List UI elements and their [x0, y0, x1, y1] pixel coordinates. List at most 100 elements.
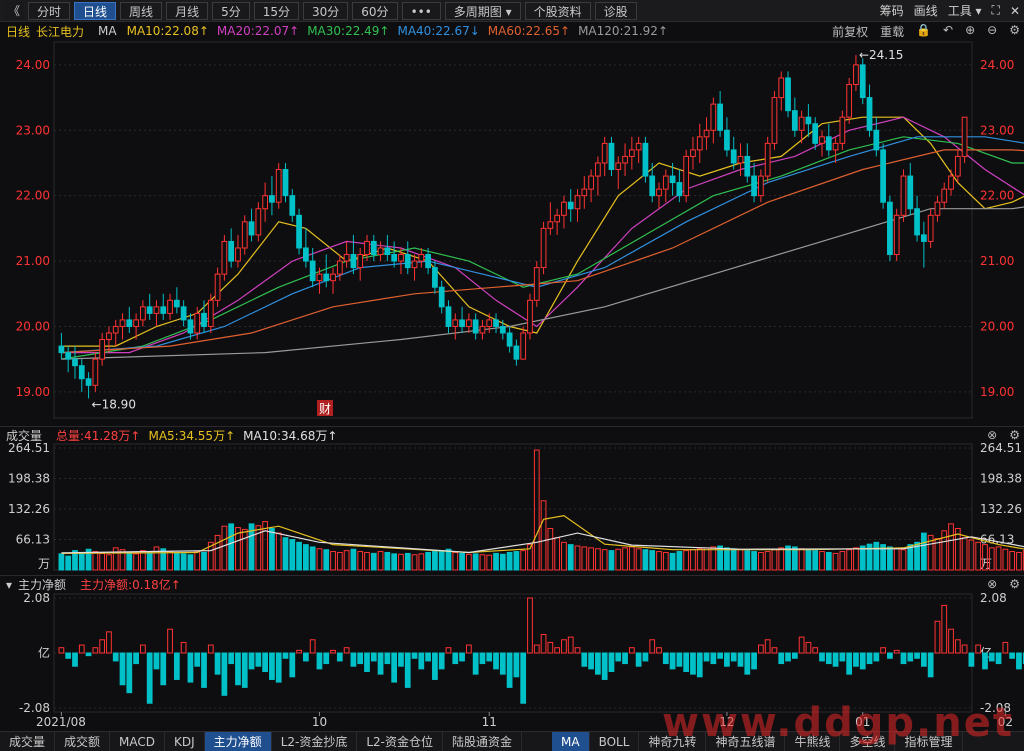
period-button[interactable]: 月线: [166, 1, 209, 20]
indicator-tab[interactable]: 陆股通资金: [443, 731, 523, 751]
flow-bar: [948, 628, 954, 654]
price-tick-right: 24.00: [980, 58, 1014, 72]
x-tick-label: 2021/08: [36, 715, 86, 729]
period-button[interactable]: 30分: [303, 1, 349, 20]
flow-bar: [649, 639, 656, 654]
volume-bar: [438, 550, 445, 571]
collapse-icon[interactable]: ▾: [6, 578, 12, 592]
draw-line-button[interactable]: 画线: [914, 2, 938, 19]
volume-bar: [248, 523, 255, 571]
candle-body: [737, 155, 744, 164]
price-tick-right: 23.00: [980, 123, 1014, 137]
flow-bar: [173, 652, 180, 680]
period-button[interactable]: 5分: [212, 1, 250, 20]
volume-legend: 成交量 总量:41.28万↑ MA5:34.55万↑ MA10:34.68万↑ ⊗ …: [0, 426, 1024, 444]
flow-tick-left: -2.08: [19, 701, 50, 715]
volume-bar: [601, 549, 608, 571]
settings-icon[interactable]: ⚙: [1009, 23, 1020, 40]
period-button[interactable]: 日线: [74, 1, 117, 20]
period-button[interactable]: 个股资料: [524, 1, 591, 20]
close-icon[interactable]: ⊗: [987, 577, 997, 591]
flow-bar: [982, 652, 988, 670]
back-icon[interactable]: 《: [4, 1, 25, 20]
period-button[interactable]: 15分: [253, 1, 299, 20]
volume-bar: [78, 551, 85, 571]
candle-body: [350, 254, 357, 269]
close-icon[interactable]: ⊗: [987, 428, 997, 442]
overlay-tab[interactable]: MA: [552, 731, 590, 751]
volume-bar: [1009, 551, 1016, 571]
period-button[interactable]: 60分: [352, 1, 398, 20]
volume-bar: [398, 553, 404, 571]
volume-bar: [588, 547, 594, 571]
volume-bar: [282, 537, 289, 571]
lock-icon[interactable]: 🔒: [916, 23, 931, 40]
fullscreen-icon[interactable]: ⛶: [992, 3, 1000, 18]
indicator-tab[interactable]: KDJ: [165, 731, 205, 751]
volume-bar: [642, 549, 649, 571]
flow-bar: [228, 652, 235, 665]
volume-unit-left: 万: [38, 557, 50, 571]
candle-body: [112, 325, 119, 334]
price-tick-left: 23.00: [16, 123, 50, 137]
candle-body: [336, 260, 343, 275]
volume-label[interactable]: 成交量: [6, 427, 42, 444]
flow-bar: [459, 652, 465, 662]
volume-bar: [309, 546, 316, 571]
period-button[interactable]: 周线: [120, 1, 163, 20]
candle-body: [438, 286, 445, 308]
volume-bar: [472, 553, 479, 571]
indicator-tab[interactable]: L2-资金抄底: [272, 731, 358, 751]
indicator-tab[interactable]: 成交量: [0, 731, 56, 751]
flow-bar: [140, 644, 146, 654]
volume-tick-right: 198.38: [980, 472, 1022, 486]
adjust-mode-button[interactable]: 前复权: [832, 23, 868, 40]
period-button[interactable]: 诊股: [594, 1, 637, 20]
volume-bar: [791, 546, 798, 571]
candle-body: [880, 149, 886, 203]
volume-bar: [846, 549, 853, 571]
reload-button[interactable]: 重载: [880, 23, 904, 40]
period-button[interactable]: •••: [401, 1, 441, 20]
chip-distribution-button[interactable]: 筹码: [880, 2, 904, 19]
flow-bar: [445, 647, 452, 654]
indicator-tab[interactable]: 主力净额: [204, 731, 272, 751]
volume-unit-right: 万: [980, 557, 992, 571]
settings-icon[interactable]: ⚙: [1009, 428, 1020, 442]
candle-body: [357, 254, 364, 269]
undo-icon[interactable]: ↶: [943, 23, 953, 40]
flow-bar: [99, 639, 106, 654]
indicator-tab[interactable]: L2-资金仓位: [357, 731, 443, 751]
volume-bar: [785, 545, 791, 571]
period-button[interactable]: 分时: [28, 1, 71, 20]
candle-body: [459, 319, 465, 327]
close-icon[interactable]: ✕: [1010, 4, 1020, 18]
flow-bar: [391, 652, 398, 683]
watermark: www.ddgp.net: [662, 700, 1014, 746]
settings-icon[interactable]: ⚙: [1009, 577, 1020, 591]
volume-bar: [350, 548, 357, 571]
zoom-in-icon[interactable]: ⊕: [965, 23, 975, 40]
tools-menu-button[interactable]: 工具 ▾: [948, 2, 982, 19]
flow-bar: [112, 652, 119, 662]
flow-bar: [180, 641, 187, 654]
volume-bar: [146, 551, 153, 571]
ma-label[interactable]: MA: [98, 24, 117, 38]
flow-bar: [934, 620, 941, 654]
zoom-out-icon[interactable]: ⊖: [987, 23, 997, 40]
flow-bar: [398, 652, 404, 667]
volume-tick-left: 198.38: [8, 472, 50, 486]
overlay-tab[interactable]: BOLL: [590, 731, 640, 751]
volume-bar: [1016, 551, 1022, 571]
flow-label[interactable]: 主力净额: [18, 576, 66, 593]
candle-body: [133, 319, 139, 327]
period-button[interactable]: 多周期图 ▾: [444, 1, 521, 20]
indicator-tab[interactable]: MACD: [110, 731, 166, 751]
candle-body: [153, 306, 160, 314]
flow-panel-controls: ⊗ ⚙: [981, 577, 1020, 591]
flow-bar: [201, 652, 207, 688]
indicator-tab[interactable]: 成交额: [55, 731, 111, 751]
candle-body: [99, 339, 106, 360]
flow-bar: [221, 652, 228, 696]
candle-body: [275, 169, 282, 203]
